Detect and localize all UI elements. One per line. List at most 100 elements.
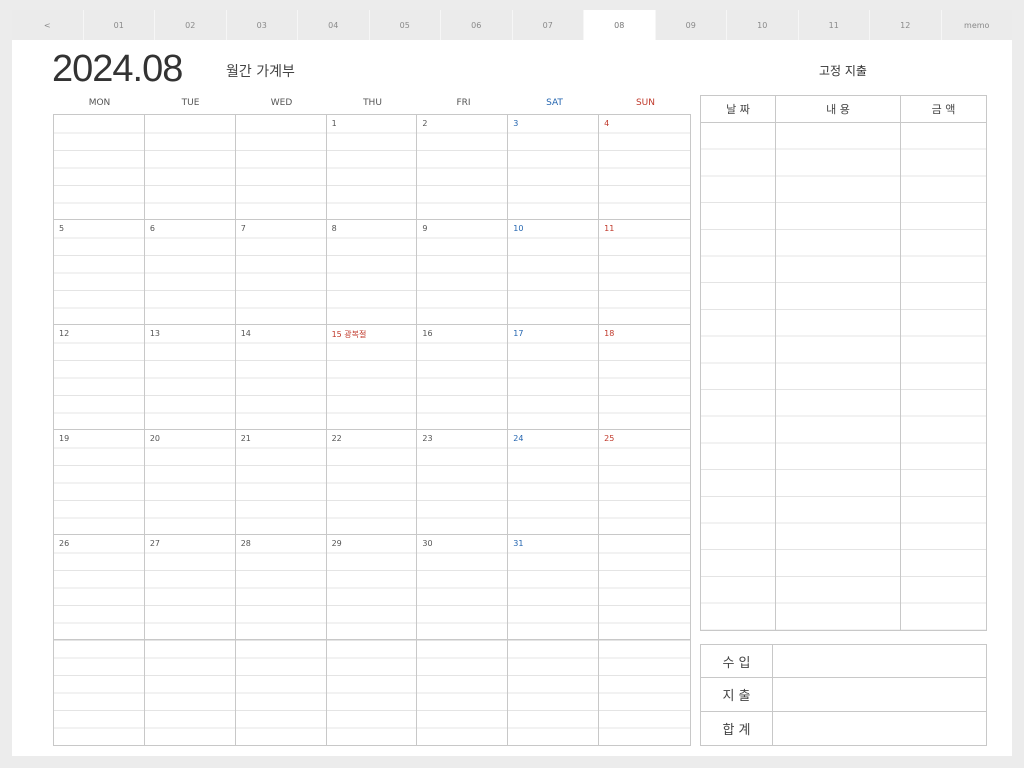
calendar-day-cell[interactable]: 7 [235,220,327,325]
calendar-day-cell[interactable] [599,535,690,640]
tab-03[interactable]: 03 [226,10,298,40]
fixed-expenses-title: 고정 지출 [819,64,867,78]
month-tab-bar: <01 02 03 04 05 06 07 08 09 10 11 12 memo [12,10,1012,40]
day-number: 17 [513,329,526,338]
total-value[interactable] [773,712,986,745]
weekday-sun: SUN [635,98,656,108]
calendar-day-cell[interactable]: 14 [235,325,327,430]
calendar-day-cell[interactable]: 21 [235,430,327,535]
calendar-day-cell[interactable]: 2 [417,115,509,220]
calendar-day-cell[interactable] [508,640,600,745]
calendar-day-cell[interactable]: 1 [326,115,418,220]
fixed-expenses-body [701,123,986,630]
calendar-day-cell[interactable] [54,115,145,220]
day-number: 2 [422,119,430,128]
tab-12[interactable]: 12 [870,10,942,40]
summary-row-total: 합 계 [701,711,986,745]
calendar-day-cell[interactable]: 27 [144,535,236,640]
content-column[interactable] [776,123,901,630]
page-subtitle: 월간 가계부 [226,64,295,80]
column-header-amount: 금 액 [931,103,956,116]
tab-07[interactable]: 07 [512,10,584,40]
calendar-day-cell[interactable]: 31 [508,535,600,640]
day-number: 8 [331,224,339,233]
calendar-day-cell[interactable]: 23 [417,430,509,535]
expense-value[interactable] [773,678,986,710]
income-label: 수 입 [701,645,773,678]
calendar-day-cell[interactable]: 29 [326,535,418,640]
calendar-day-cell[interactable]: 6 [144,220,236,325]
calendar-day-cell[interactable]: 13 [144,325,236,430]
calendar-day-cell[interactable]: 5 [54,220,145,325]
calendar-day-cell[interactable]: 12 [54,325,145,430]
tab-11[interactable]: 11 [798,10,870,40]
calendar-day-cell[interactable]: 25 [599,430,690,535]
calendar-day-cell[interactable] [144,115,236,220]
tab-memo[interactable]: memo [941,10,1012,40]
tab-06[interactable]: 06 [441,10,513,40]
calendar-day-cell[interactable] [417,640,509,745]
tab-09[interactable]: 09 [655,10,727,40]
calendar-day-cell[interactable] [235,640,327,745]
day-number: 31 [513,539,526,548]
calendar-day-cell[interactable]: 30 [417,535,509,640]
calendar-day-cell[interactable]: 8 [326,220,418,325]
day-number: 14 [240,329,253,338]
calendar-day-cell[interactable]: 26 [54,535,145,640]
tab-08[interactable]: 08 [584,10,656,40]
calendar-day-cell[interactable]: 22 [326,430,418,535]
calendar-day-cell[interactable] [599,640,690,745]
day-number: 11 [604,224,617,233]
day-number: 18 [604,329,617,338]
calendar-day-cell[interactable]: 3 [508,115,600,220]
calendar-day-cell[interactable]: 4 [599,115,690,220]
day-number: 4 [604,119,612,128]
day-number: 20 [149,434,163,443]
calendar-day-cell[interactable]: 28 [235,535,327,640]
day-number: 19 [59,434,72,443]
day-number: 6 [149,224,157,233]
tab-02[interactable]: 02 [155,10,227,40]
calendar-day-cell[interactable]: 10 [508,220,600,325]
summary-row-expense: 지 출 [701,678,986,712]
calendar-day-cell[interactable] [144,640,236,745]
weekday-fri: FRI [456,98,471,108]
tab-back[interactable]: < [12,10,84,40]
planner-page: 2024.08 월간 가계부 고정 지출 MON TUE WED THU FRI SAT S… [12,40,1012,756]
day-number: 7 [240,224,248,233]
tab-04[interactable]: 04 [298,10,370,40]
tab-10[interactable]: 10 [727,10,799,40]
calendar-day-cell[interactable]: 18 [599,325,690,430]
day-number: 27 [149,539,163,548]
calendar-day-cell[interactable] [326,640,418,745]
weekday-thu: THU [363,98,382,108]
calendar-day-cell[interactable]: 9 [417,220,509,325]
calendar-grid: 1 2 3 4 5 6 7 8 9 10 11 12 13 14 15 광복절 16 17 18 19 20 21 22 2… [53,114,691,746]
calendar-day-cell[interactable]: 15 광복절 [326,325,418,430]
calendar-day-cell[interactable] [235,115,327,220]
calendar-day-cell[interactable]: 19 [54,430,145,535]
amount-column[interactable] [901,123,986,630]
date-column[interactable] [701,123,776,630]
tab-05[interactable]: 05 [369,10,441,40]
day-number: 13 [149,329,163,338]
calendar-day-cell[interactable]: 17 [508,325,600,430]
day-number: 21 [240,434,253,443]
day-number: 3 [513,119,521,128]
column-header-date: 날 짜 [701,96,776,122]
total-label: 합 계 [701,711,773,745]
calendar-day-cell[interactable]: 20 [144,430,236,535]
expense-label: 지 출 [701,678,773,711]
fixed-expenses-table: 날 짜 내 용 금 액 [700,95,987,631]
day-number: 12 [59,329,72,338]
day-number: 29 [331,539,344,548]
calendar-day-cell[interactable]: 24 [508,430,600,535]
weekday-mon: MON [88,98,111,108]
income-value[interactable] [773,645,986,677]
calendar-day-cell[interactable]: 11 [599,220,690,325]
day-number: 30 [422,539,435,548]
tab-01[interactable]: 01 [83,10,155,40]
day-number: 28 [240,539,253,548]
calendar-day-cell[interactable] [54,640,145,745]
calendar-day-cell[interactable]: 16 [417,325,509,430]
